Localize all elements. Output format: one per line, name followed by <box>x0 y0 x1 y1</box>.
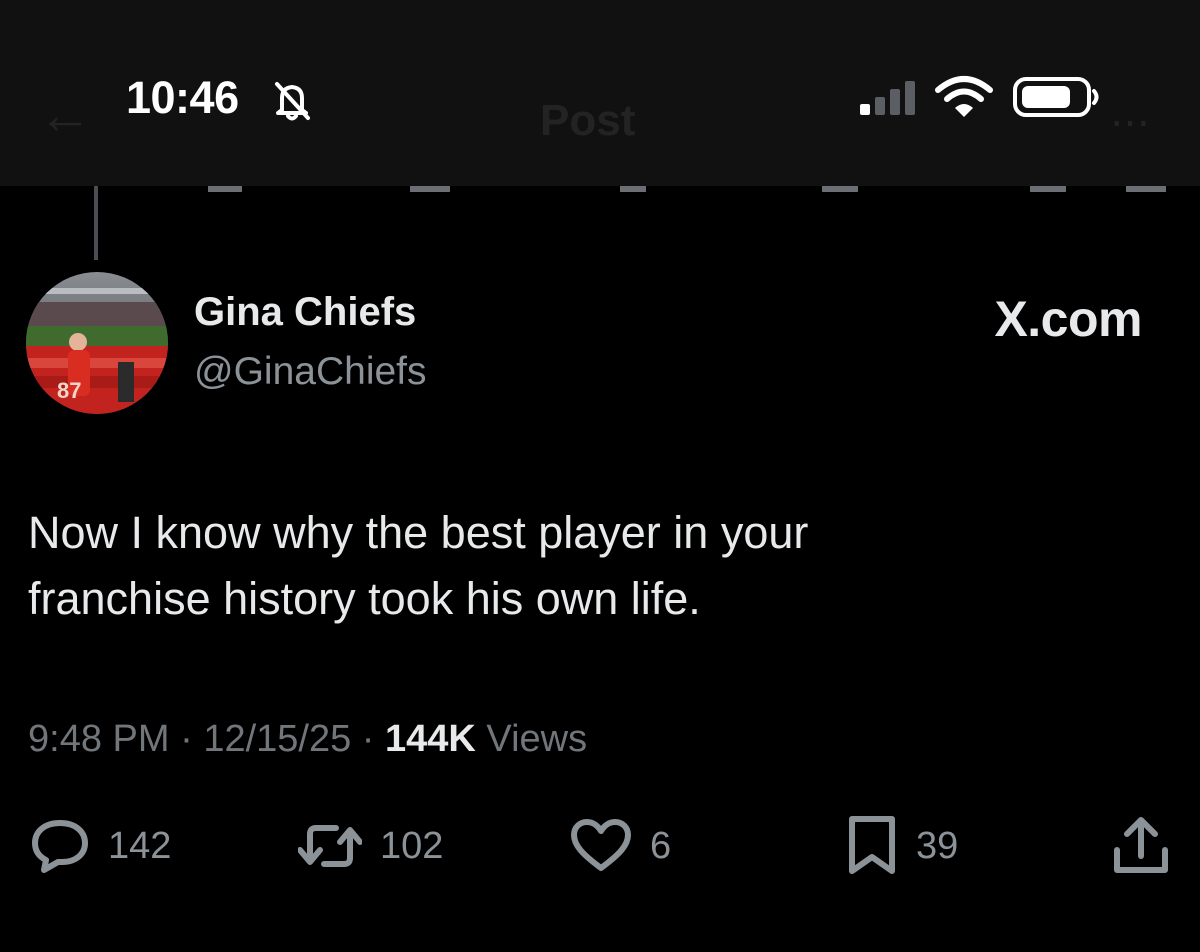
like-button[interactable]: 6 <box>570 816 671 876</box>
peek-views-icon <box>822 186 858 192</box>
meta-separator-2: · <box>361 718 375 760</box>
bookmark-icon <box>849 816 895 874</box>
back-arrow-icon[interactable]: ← <box>38 88 92 142</box>
repost-count: 102 <box>380 824 444 867</box>
bookmark-button[interactable]: 39 <box>846 816 958 876</box>
tweet-meta: 9:48 PM · 12/15/25 · 144K Views <box>28 718 587 761</box>
peek-repost-icon <box>410 186 450 192</box>
top-header: ← Post ⋯ 10:46 <box>0 0 1200 186</box>
svg-text:87: 87 <box>57 378 81 403</box>
peek-share-icon <box>1126 186 1166 192</box>
previous-post-actions-peek <box>0 186 1200 198</box>
like-count: 6 <box>650 824 672 867</box>
repost-button[interactable]: 102 <box>298 816 443 876</box>
avatar[interactable]: 87 <box>26 272 168 414</box>
heart-icon <box>571 819 631 871</box>
views-label[interactable]: Views <box>486 718 587 760</box>
share-button[interactable] <box>1112 816 1170 876</box>
meta-separator-1: · <box>180 718 193 760</box>
reply-icon[interactable]: ⋯ <box>1110 100 1150 146</box>
tweet-text-line-1: Now I know why the best player in your <box>28 507 809 558</box>
reply-count: 142 <box>108 824 172 867</box>
tweet-date: 12/15/25 <box>203 718 352 760</box>
reply-icon <box>32 820 88 873</box>
repost-icon <box>298 825 362 867</box>
bookmark-count: 39 <box>916 824 959 867</box>
thread-connector-line <box>94 186 98 260</box>
reply-button[interactable]: 142 <box>30 816 171 876</box>
peek-reply-icon <box>208 186 242 192</box>
peek-like-icon <box>620 186 646 192</box>
bell-slash-icon <box>275 82 310 121</box>
tweet-text-line-2: franchise history took his own life. <box>28 573 701 624</box>
tweet-text: Now I know why the best player in your f… <box>28 500 1028 632</box>
signal-icon <box>860 81 915 115</box>
battery-icon <box>1013 77 1099 117</box>
author-handle[interactable]: @GinaChiefs <box>194 350 427 394</box>
header-title: Post <box>540 96 636 145</box>
tweet-time: 9:48 PM <box>28 718 170 760</box>
views-count[interactable]: 144K <box>385 718 476 760</box>
peek-bookmark-icon <box>1030 186 1066 192</box>
wifi-icon <box>935 76 993 117</box>
share-icon <box>1114 817 1168 873</box>
author-name[interactable]: Gina Chiefs <box>194 290 416 335</box>
status-time: 10:46 <box>126 72 239 123</box>
source-label: X.com <box>994 291 1142 347</box>
